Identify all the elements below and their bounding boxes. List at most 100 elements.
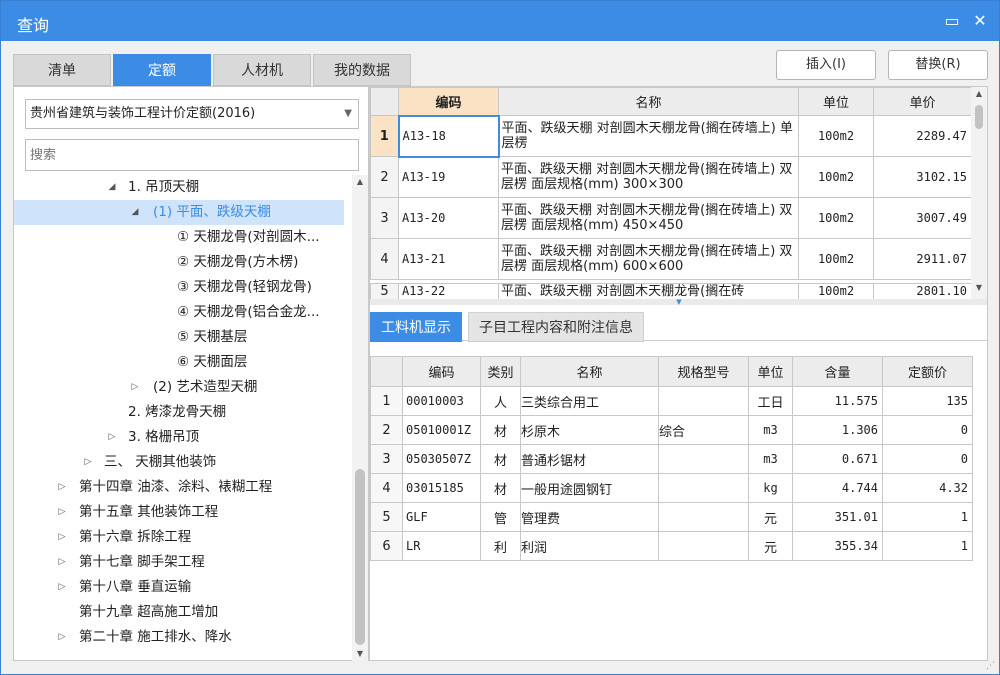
replace-button[interactable]: 替换(R): [888, 50, 988, 80]
material-unit-cell[interactable]: kg: [748, 473, 793, 503]
table-row[interactable]: 3 05030507Z 材 普通杉锯材 m3 0.671 0: [370, 444, 973, 474]
table-row[interactable]: 3 A13-20 平面、跌级天棚 对剖圆木天棚龙骨(搁在砖墙上) 双层楞 面层规…: [370, 197, 972, 239]
material-code-cell[interactable]: 05010001Z: [402, 415, 481, 445]
panel-splitter[interactable]: ▼: [370, 299, 987, 306]
material-quantity-cell[interactable]: 11.575: [792, 386, 883, 416]
material-unit-cell[interactable]: 元: [748, 502, 793, 532]
collapsed-icon[interactable]: ▷: [56, 550, 68, 575]
quota-name-cell[interactable]: 平面、跌级天棚 对剖圆木天棚龙骨(搁在砖: [498, 283, 799, 299]
quota-code-cell[interactable]: A13-19: [398, 156, 499, 198]
scroll-up-icon[interactable]: ▲: [971, 89, 987, 98]
material-unit-cell[interactable]: m3: [748, 415, 793, 445]
material-price-cell[interactable]: 1: [882, 531, 973, 561]
collapsed-icon[interactable]: ▷: [56, 500, 68, 525]
quota-table-scrollbar[interactable]: ▲ ▼: [971, 87, 987, 299]
table-row[interactable]: 4 03015185 材 一般用途圆钢钉 kg 4.744 4.32: [370, 473, 973, 503]
quota-name-cell[interactable]: 平面、跌级天棚 对剖圆木天棚龙骨(搁在砖墙上) 单层楞: [498, 115, 799, 157]
tree-node[interactable]: ⑤ 天棚基层: [14, 325, 344, 350]
material-category-cell[interactable]: 人: [480, 386, 521, 416]
tree-node[interactable]: ▷ 3. 格栅吊顶: [14, 425, 344, 450]
material-price-cell[interactable]: 1: [882, 502, 973, 532]
column-header-code[interactable]: 编码: [398, 87, 499, 116]
column-header-unit[interactable]: 单位: [748, 356, 793, 387]
tree-node[interactable]: ▷ 第二十章 施工排水、降水: [14, 625, 344, 650]
quota-unit-cell[interactable]: 100m2: [798, 283, 874, 299]
splitter-arrow-icon[interactable]: ▼: [672, 299, 686, 306]
material-spec-cell[interactable]: [658, 473, 749, 503]
material-code-cell[interactable]: 03015185: [402, 473, 481, 503]
material-name-cell[interactable]: 普通杉锯材: [520, 444, 659, 474]
material-category-cell[interactable]: 材: [480, 415, 521, 445]
material-price-cell[interactable]: 135: [882, 386, 973, 416]
material-spec-cell[interactable]: [658, 444, 749, 474]
column-header-code[interactable]: 编码: [402, 356, 481, 387]
material-code-cell[interactable]: GLF: [402, 502, 481, 532]
material-name-cell[interactable]: 三类综合用工: [520, 386, 659, 416]
tree-node[interactable]: ▷ 第十六章 拆除工程: [14, 525, 344, 550]
tab-list[interactable]: 清单: [13, 54, 111, 86]
material-price-cell[interactable]: 4.32: [882, 473, 973, 503]
material-spec-cell[interactable]: [658, 386, 749, 416]
material-quantity-cell[interactable]: 355.34: [792, 531, 883, 561]
quota-unit-cell[interactable]: 100m2: [798, 197, 874, 239]
tree-node-selected[interactable]: ◢ (1) 平面、跌级天棚: [14, 200, 344, 225]
tree-node[interactable]: ▷ 第十八章 垂直运输: [14, 575, 344, 600]
quota-name-cell[interactable]: 平面、跌级天棚 对剖圆木天棚龙骨(搁在砖墙上) 双层楞 面层规格(mm) 300…: [498, 156, 799, 198]
insert-button[interactable]: 插入(I): [776, 50, 876, 80]
material-price-cell[interactable]: 0: [882, 415, 973, 445]
material-name-cell[interactable]: 利润: [520, 531, 659, 561]
quota-code-cell[interactable]: A13-20: [398, 197, 499, 239]
table-row[interactable]: 4 A13-21 平面、跌级天棚 对剖圆木天棚龙骨(搁在砖墙上) 双层楞 面层规…: [370, 238, 972, 280]
material-name-cell[interactable]: 管理费: [520, 502, 659, 532]
material-spec-cell[interactable]: [658, 531, 749, 561]
scroll-down-icon[interactable]: ▼: [971, 283, 987, 292]
material-quantity-cell[interactable]: 1.306: [792, 415, 883, 445]
quota-price-cell[interactable]: 3007.49: [873, 197, 972, 239]
table-row[interactable]: 6 LR 利 利润 元 355.34 1: [370, 531, 973, 561]
expanded-icon[interactable]: ◢: [129, 200, 141, 225]
quota-code-cell[interactable]: A13-22: [398, 283, 499, 299]
table-row[interactable]: 2 A13-19 平面、跌级天棚 对剖圆木天棚龙骨(搁在砖墙上) 双层楞 面层规…: [370, 156, 972, 198]
quota-unit-cell[interactable]: 100m2: [798, 156, 874, 198]
quota-code-cell[interactable]: A13-18: [397, 114, 500, 158]
tree-node[interactable]: ⑥ 天棚面层: [14, 350, 344, 375]
column-header-spec[interactable]: 规格型号: [658, 356, 749, 387]
material-price-cell[interactable]: 0: [882, 444, 973, 474]
table-row-selected[interactable]: 1 A13-18 平面、跌级天棚 对剖圆木天棚龙骨(搁在砖墙上) 单层楞 100…: [370, 114, 972, 158]
tree-node[interactable]: 第十九章 超高施工增加: [14, 600, 344, 625]
column-header-name[interactable]: 名称: [498, 87, 799, 116]
collapsed-icon[interactable]: ▷: [56, 525, 68, 550]
tree-node[interactable]: ▷ 第十七章 脚手架工程: [14, 550, 344, 575]
close-icon[interactable]: ✕: [969, 10, 991, 32]
tab-labor-material-machine[interactable]: 人材机: [213, 54, 311, 86]
tree-node[interactable]: ▷ 第十五章 其他装饰工程: [14, 500, 344, 525]
expanded-icon[interactable]: ◢: [106, 175, 118, 200]
material-category-cell[interactable]: 材: [480, 444, 521, 474]
tree-scrollbar[interactable]: ▲ ▼: [352, 175, 368, 661]
column-header-price[interactable]: 单价: [873, 87, 972, 116]
column-header-name[interactable]: 名称: [520, 356, 659, 387]
material-unit-cell[interactable]: m3: [748, 444, 793, 474]
resize-grip-icon[interactable]: ⋰: [986, 661, 995, 671]
column-header-unit[interactable]: 单位: [798, 87, 874, 116]
quota-name-cell[interactable]: 平面、跌级天棚 对剖圆木天棚龙骨(搁在砖墙上) 双层楞 面层规格(mm) 600…: [498, 238, 799, 280]
material-quantity-cell[interactable]: 0.671: [792, 444, 883, 474]
tree-node[interactable]: ▷ (2) 艺术造型天棚: [14, 375, 344, 400]
quota-price-cell[interactable]: 2911.07: [873, 238, 972, 280]
material-category-cell[interactable]: 材: [480, 473, 521, 503]
tree-node[interactable]: ▷ 第十四章 油漆、涂料、裱糊工程: [14, 475, 344, 500]
quota-price-cell[interactable]: 2289.47: [873, 115, 972, 157]
scrollbar-thumb[interactable]: [355, 469, 365, 645]
column-header-category[interactable]: 类别: [480, 356, 521, 387]
collapsed-icon[interactable]: ▷: [129, 375, 141, 400]
tree-node[interactable]: ③ 天棚龙骨(轻钢龙骨): [14, 275, 344, 300]
column-header-quantity[interactable]: 含量: [792, 356, 883, 387]
table-row[interactable]: 1 00010003 人 三类综合用工 工日 11.575 135: [370, 386, 973, 416]
material-category-cell[interactable]: 利: [480, 531, 521, 561]
material-spec-cell[interactable]: 综合: [658, 415, 749, 445]
tab-quota[interactable]: 定额: [113, 54, 211, 86]
column-header-quota-price[interactable]: 定额价: [882, 356, 973, 387]
quota-code-cell[interactable]: A13-21: [398, 238, 499, 280]
quota-price-cell[interactable]: 3102.15: [873, 156, 972, 198]
tab-my-data[interactable]: 我的数据: [313, 54, 411, 86]
